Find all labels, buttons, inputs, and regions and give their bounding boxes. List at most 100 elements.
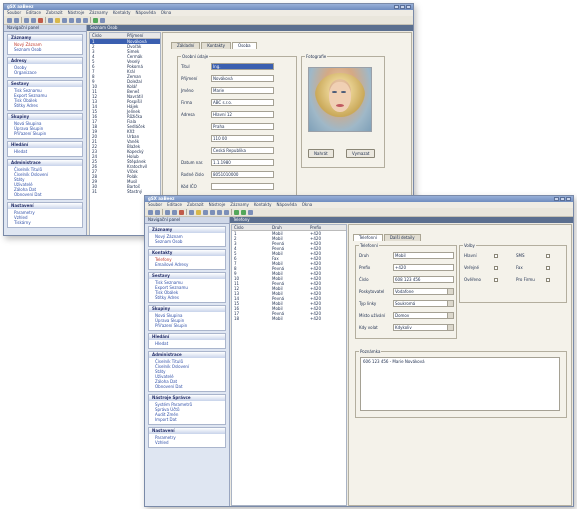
last-record-icon[interactable]: [83, 17, 88, 23]
nav-item[interactable]: Tiskárny: [14, 220, 82, 225]
nav-item[interactable]: Hledat: [14, 149, 82, 154]
save-icon[interactable]: [7, 17, 12, 23]
field-input[interactable]: Nováková: [211, 75, 274, 82]
print-icon[interactable]: [155, 209, 160, 215]
field-input[interactable]: 608 123 456: [393, 276, 454, 283]
checkbox-option[interactable]: Hlavní: [464, 253, 498, 258]
table-cell: 31: [92, 189, 98, 194]
table-row[interactable]: 31 Šťastný: [90, 189, 160, 194]
checkbox[interactable]: [546, 253, 550, 258]
previous-record-icon[interactable]: [210, 209, 215, 215]
field-input[interactable]: Soukromá: [393, 300, 454, 307]
field-input[interactable]: ABC s.r.o.: [211, 99, 274, 106]
field-input[interactable]: Mobil: [393, 252, 454, 259]
nav-item[interactable]: Štítky Adres: [14, 103, 82, 108]
edit-record-icon[interactable]: [172, 209, 177, 215]
help-icon[interactable]: [248, 209, 253, 215]
field-input[interactable]: Ing.: [211, 63, 274, 70]
note-textarea[interactable]: 606 123 456 - Marie Nováková: [360, 357, 560, 411]
nav-item[interactable]: Obnovení Dat: [14, 192, 82, 197]
photo-group: Fotografie Nahrát Vymazat: [301, 54, 385, 168]
checkbox[interactable]: [546, 265, 550, 270]
refresh-icon[interactable]: [234, 209, 239, 215]
nav-item[interactable]: Organizace: [14, 70, 82, 75]
nav-item[interactable]: Obnovení Dat: [155, 384, 225, 389]
tab-person[interactable]: Osoba: [231, 42, 257, 49]
next-record-icon[interactable]: [76, 17, 81, 23]
minimize-icon[interactable]: [554, 197, 559, 201]
checkbox-option[interactable]: Ověřeno: [464, 277, 498, 282]
new-record-icon[interactable]: [165, 209, 170, 215]
close-icon[interactable]: [406, 5, 411, 9]
edit-record-icon[interactable]: [31, 17, 36, 23]
search-icon[interactable]: [189, 209, 194, 215]
refresh-icon[interactable]: [93, 17, 98, 23]
confirm-icon[interactable]: [241, 209, 246, 215]
nav-item[interactable]: Hledat: [155, 341, 225, 346]
field-input[interactable]: Kdykoliv: [393, 324, 454, 331]
field-input[interactable]: Praha: [211, 123, 274, 130]
search-icon[interactable]: [48, 17, 53, 23]
nav-item[interactable]: Štítky Adres: [155, 295, 225, 300]
nav-item[interactable]: Import Dat: [155, 417, 225, 422]
upload-photo-button[interactable]: Nahrát: [308, 149, 334, 158]
delete-photo-button[interactable]: Vymazat: [346, 149, 376, 158]
column-header[interactable]: Druh: [270, 225, 308, 230]
group-title: Poznámka: [359, 349, 382, 354]
column-header[interactable]: Příjmení: [125, 33, 160, 38]
filter-icon[interactable]: [55, 17, 60, 23]
help-icon[interactable]: [100, 17, 105, 23]
nav-item[interactable]: Seznam Osob: [14, 47, 82, 52]
maximize-icon[interactable]: [400, 5, 405, 9]
field-input[interactable]: 110 00: [211, 135, 274, 142]
checkbox-option[interactable]: Pro Firmu: [516, 277, 550, 282]
tab-phone[interactable]: Telefonní: [353, 234, 383, 241]
nav-item[interactable]: Emailové Adresy: [155, 262, 225, 267]
field-input[interactable]: Marie: [211, 87, 274, 94]
field-input[interactable]: [211, 183, 274, 190]
column-header[interactable]: Prefix: [308, 225, 346, 230]
print-icon[interactable]: [14, 17, 19, 23]
checkbox[interactable]: [546, 277, 550, 282]
tab-more-details[interactable]: Další detaily: [383, 234, 421, 241]
first-record-icon[interactable]: [62, 17, 67, 23]
tab-contacts[interactable]: Kontakty: [201, 42, 231, 49]
first-record-icon[interactable]: [203, 209, 208, 215]
nav-item[interactable]: Přiřazení Skupin: [14, 131, 82, 136]
maximize-icon[interactable]: [560, 197, 565, 201]
checkbox-option[interactable]: SMS: [516, 253, 550, 258]
field-input[interactable]: Vodafone: [393, 288, 454, 295]
checkbox[interactable]: [494, 265, 498, 270]
checkbox-option[interactable]: Fax: [516, 265, 550, 270]
save-icon[interactable]: [148, 209, 153, 215]
field-input[interactable]: 8051010000: [211, 171, 274, 178]
checkbox[interactable]: [494, 277, 498, 282]
next-record-icon[interactable]: [217, 209, 222, 215]
nav-item[interactable]: Přiřazení Skupin: [155, 323, 225, 328]
new-record-icon[interactable]: [24, 17, 29, 23]
checkbox[interactable]: [494, 253, 498, 258]
column-header[interactable]: Číslo: [90, 33, 125, 38]
nav-item[interactable]: Vzhled: [155, 440, 225, 445]
field-label: Druh: [359, 253, 369, 258]
field-input[interactable]: Hlavní 12: [211, 111, 274, 118]
tab-basic[interactable]: Základní: [171, 42, 201, 49]
delete-record-icon[interactable]: [179, 209, 184, 215]
filter-icon[interactable]: [196, 209, 201, 215]
previous-record-icon[interactable]: [69, 17, 74, 23]
last-record-icon[interactable]: [224, 209, 229, 215]
toolbar-separator: [162, 209, 163, 215]
close-icon[interactable]: [566, 197, 571, 201]
personal-details-group: Osobní údaje Titul Ing. Příjmení Nováková Jm…: [177, 54, 297, 204]
field-input[interactable]: Domov: [393, 312, 454, 319]
table-row[interactable]: 18 Mobil +420: [232, 316, 346, 321]
field-input[interactable]: 1.1.1980: [211, 159, 274, 166]
minimize-icon[interactable]: [394, 5, 399, 9]
field-input[interactable]: +420: [393, 264, 454, 271]
checkbox-option[interactable]: Veřejné: [464, 265, 498, 270]
field-input[interactable]: Česká Republika: [211, 147, 274, 154]
form-row: Firma ABC s.r.o.: [181, 99, 274, 106]
column-header[interactable]: Číslo: [232, 225, 270, 230]
nav-item[interactable]: Seznam Osob: [155, 239, 225, 244]
delete-record-icon[interactable]: [38, 17, 43, 23]
